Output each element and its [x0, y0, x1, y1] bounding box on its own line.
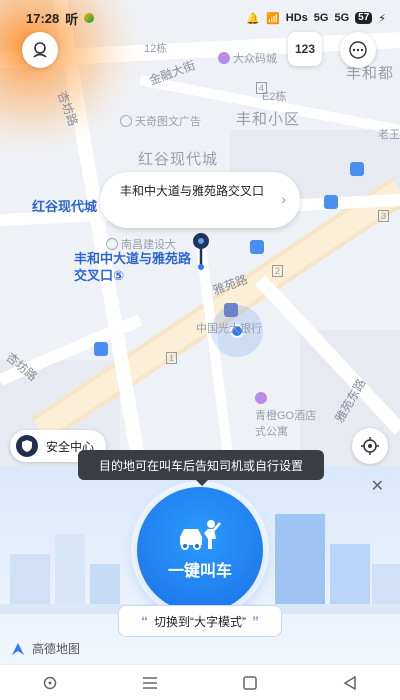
route-marker-4: 4	[256, 82, 268, 94]
route-marker-1: 1	[166, 352, 178, 364]
pin-icon	[193, 233, 209, 270]
poi-12-label: 12栋	[144, 43, 168, 55]
signal-1: 5G	[313, 12, 329, 24]
destination-bubble-text: 丰和中大道与雅苑路交叉口	[120, 184, 265, 198]
destination-tooltip: 目的地可在叫车后告知司机或自行设置	[78, 450, 324, 486]
poi-tianqi-label: 天奇图文广告	[135, 116, 201, 128]
more-button[interactable]	[340, 32, 376, 68]
shopping-icon	[218, 52, 230, 64]
bus-stop-icon	[250, 240, 264, 254]
locate-button[interactable]	[352, 428, 388, 464]
mode-switch-label: 切换到“大字模式”	[154, 614, 246, 629]
close-icon[interactable]: ✕	[371, 476, 384, 496]
back-nav-button[interactable]	[330, 665, 370, 700]
back-triangle-icon	[343, 675, 356, 690]
brand: 高德地图	[10, 640, 80, 657]
status-time: 17:28	[26, 10, 60, 26]
home-nav-button[interactable]	[230, 665, 270, 700]
bus-stop-icon	[350, 162, 364, 176]
bell-icon: 🔔	[246, 12, 261, 25]
area-honggu: 红谷现代城	[138, 151, 219, 168]
poi-laowang-label: 老王	[378, 129, 400, 141]
bus-stop-icon	[324, 195, 338, 209]
place-icon	[120, 115, 132, 127]
area-fenghe: 丰和小区	[236, 111, 301, 128]
status-bar: 17:28 听 🔔 📶 HDs 5G 5G 57 ⚡	[0, 0, 400, 36]
circle-nav-button[interactable]	[30, 665, 70, 700]
status-right: 🔔 📶 HDs 5G 5G 57 ⚡	[246, 12, 386, 25]
network-hd: HDs	[285, 12, 308, 24]
quote-right-icon: ”	[252, 613, 259, 629]
more-icon	[349, 41, 367, 59]
poi-tianqi: 天奇图文广告	[120, 113, 201, 129]
menu-nav-button[interactable]	[130, 665, 170, 700]
bank-icon	[224, 303, 238, 317]
avatar-icon	[33, 42, 47, 58]
app-indicator-icon	[84, 13, 95, 23]
circle-nav-icon	[43, 676, 57, 689]
building-icon	[106, 238, 118, 250]
route-marker-3: 3	[378, 210, 390, 222]
signal-2: 5G	[334, 12, 350, 24]
charging-icon: ⚡	[378, 12, 386, 25]
map-view[interactable]: 金融大街 天奇图文广告 杏坊路 雅苑路 雅苑东路 杏坊路 丰和小区 红谷现代城 …	[0, 0, 400, 470]
avatar-button[interactable]	[22, 32, 58, 68]
wifi-icon: 📶	[266, 12, 280, 25]
listen-label: 听	[65, 11, 79, 27]
car-passenger-icon	[180, 520, 221, 550]
amap-logo-icon	[12, 642, 24, 655]
system-navbar	[0, 664, 400, 700]
plate-number-button[interactable]: 123	[288, 32, 322, 66]
quote-left-icon: “	[141, 613, 148, 629]
pin-label-text: 丰和中大道与雅苑路交叉口	[74, 251, 192, 283]
locate-icon	[361, 437, 379, 455]
brand-name: 高德地图	[32, 642, 81, 656]
destination-bubble[interactable]: 丰和中大道与雅苑路交叉口 ›	[100, 172, 300, 228]
battery-indicator: 57	[355, 12, 373, 24]
pin-label: 丰和中大道与雅苑路交叉口⑤	[74, 250, 192, 284]
call-button-label: 一键叫车	[167, 563, 232, 580]
bus-stop-icon	[94, 342, 108, 356]
home-square-icon	[243, 675, 257, 690]
poi-bank-label: 中国光大银行	[196, 323, 262, 335]
location-label-honggu: 红谷现代城	[32, 199, 98, 214]
shield-icon	[16, 435, 38, 457]
poi-hotel: 青橙GO酒店式公寓	[255, 392, 325, 439]
poi-laowang: 老王	[378, 126, 400, 142]
route-marker-2: 2	[272, 265, 284, 277]
hotel-icon	[255, 392, 267, 404]
poi-bank: 中国光大银行	[196, 320, 262, 336]
menu-nav-icon	[143, 676, 157, 689]
status-left: 17:28 听	[26, 9, 95, 28]
poi-dazhong-label: 大众码城	[233, 53, 277, 65]
poi-12: 12栋	[144, 40, 167, 56]
destination-pin[interactable]	[192, 232, 210, 275]
poi-dazhong: 大众码城	[218, 50, 277, 66]
poi-hotel-label: 青橙GO酒店式公寓	[255, 410, 317, 438]
pin-label-suffix: ⑤	[113, 268, 125, 283]
chevron-right-icon: ›	[281, 191, 286, 207]
large-font-mode-button[interactable]: “ 切换到“大字模式” ”	[118, 605, 282, 637]
one-click-call-button[interactable]: 一键叫车	[137, 487, 263, 613]
